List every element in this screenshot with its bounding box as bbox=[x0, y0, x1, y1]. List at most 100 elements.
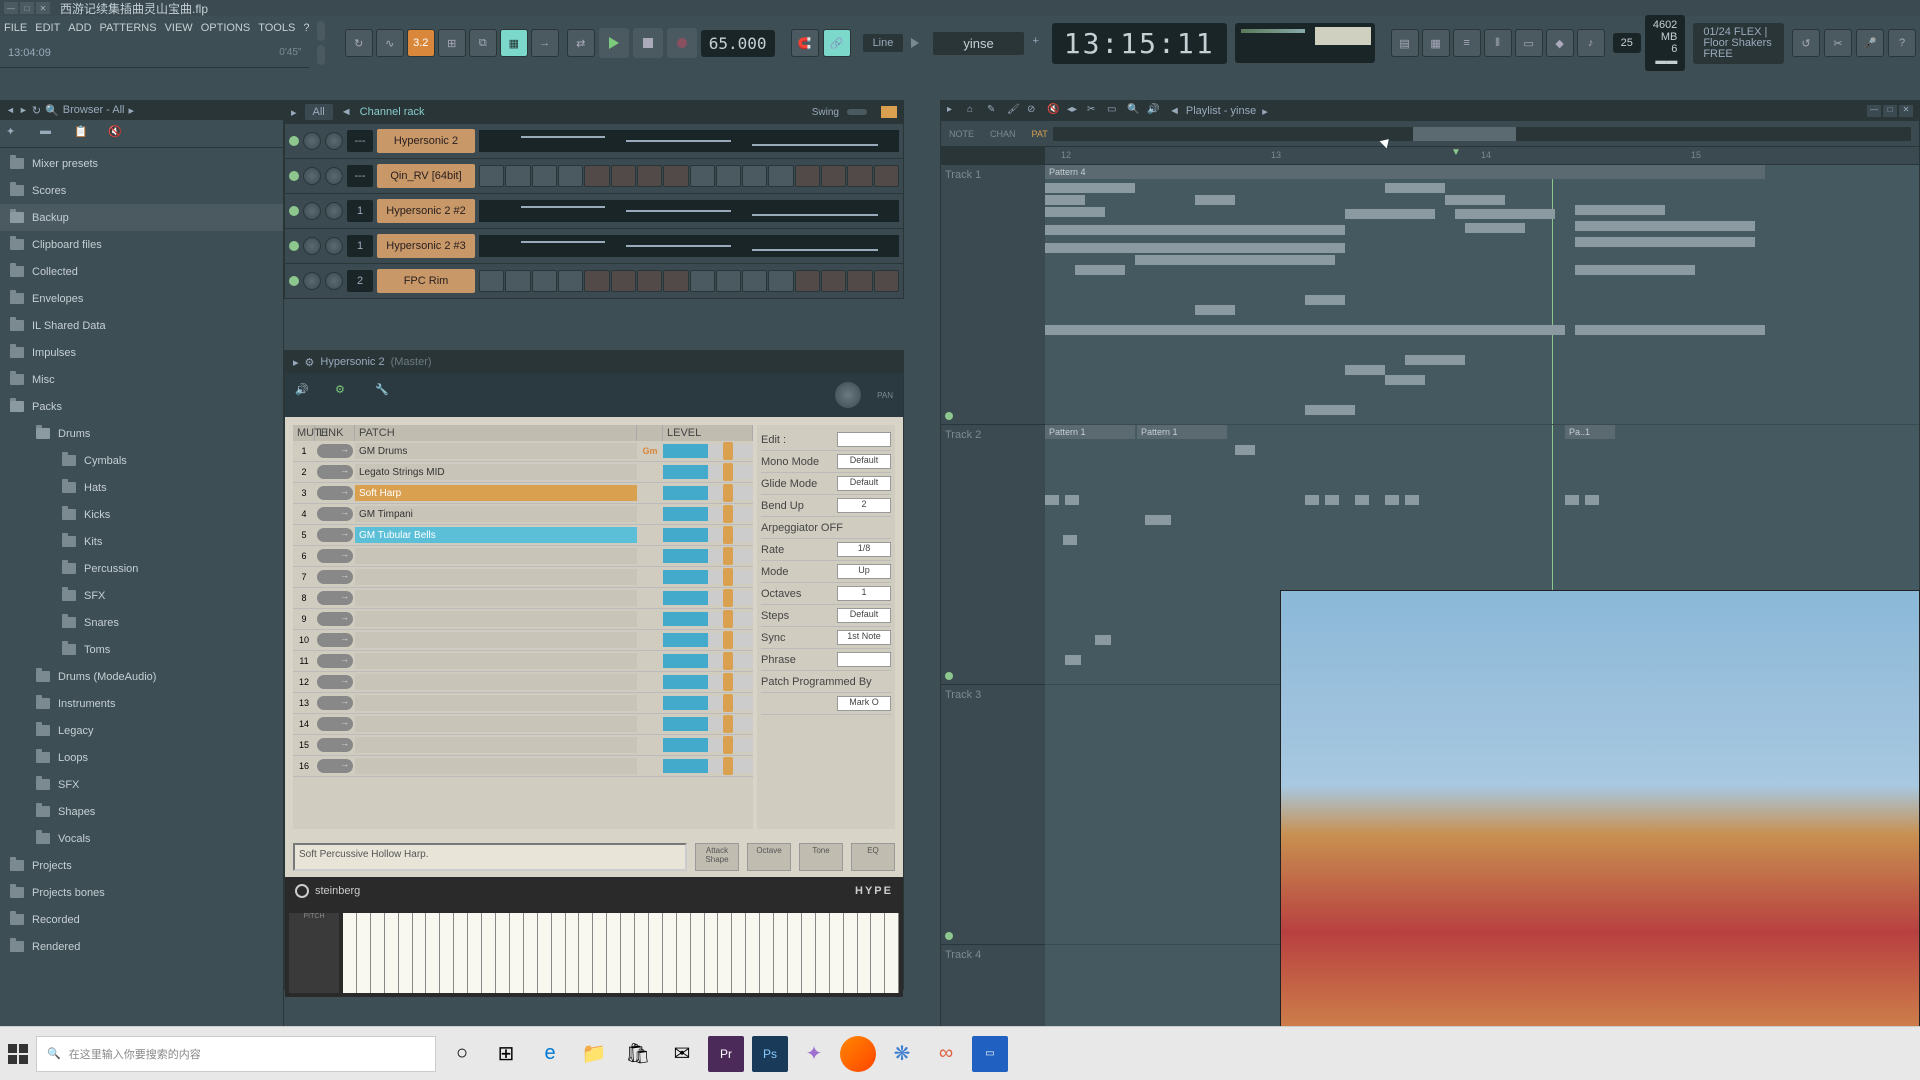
wave-icon[interactable]: ∿ bbox=[376, 29, 404, 57]
snap-dropdown[interactable]: Line bbox=[863, 34, 904, 52]
track-led-icon[interactable] bbox=[945, 932, 953, 940]
channel-led[interactable] bbox=[289, 206, 299, 216]
slot-link[interactable] bbox=[317, 486, 353, 500]
step-button[interactable] bbox=[690, 270, 715, 292]
tree-item[interactable]: Loops bbox=[0, 744, 283, 771]
step-button[interactable] bbox=[821, 165, 846, 187]
tree-item[interactable]: Kits bbox=[0, 528, 283, 555]
slot-level[interactable] bbox=[663, 675, 753, 689]
param-value[interactable]: Up bbox=[837, 564, 891, 579]
pl-select-icon[interactable]: ▭ bbox=[1107, 104, 1123, 118]
track-header-3[interactable]: Track 3 bbox=[941, 685, 1045, 945]
step-button[interactable] bbox=[637, 165, 662, 187]
step-button[interactable] bbox=[584, 270, 609, 292]
overdub-icon[interactable]: ⧉ bbox=[469, 29, 497, 57]
channel-pan-knob[interactable] bbox=[303, 202, 321, 220]
patch-slot[interactable]: 3 Soft Harp bbox=[293, 483, 753, 504]
pl-tab-chan[interactable]: CHAN bbox=[982, 129, 1024, 139]
channel-vol-knob[interactable] bbox=[325, 167, 343, 185]
slot-link[interactable] bbox=[317, 612, 353, 626]
tree-item[interactable]: Scores bbox=[0, 177, 283, 204]
mail-icon[interactable]: ✉ bbox=[664, 1036, 700, 1072]
channel-pan-knob[interactable] bbox=[303, 272, 321, 290]
patch-slot[interactable]: 11 bbox=[293, 651, 753, 672]
menu-options[interactable]: OPTIONS bbox=[201, 22, 251, 34]
pl-tab-pat[interactable]: PAT bbox=[1024, 129, 1056, 139]
explorer-icon[interactable]: 📁 bbox=[576, 1036, 612, 1072]
slot-level[interactable] bbox=[663, 444, 753, 458]
slot-link[interactable] bbox=[317, 507, 353, 521]
menu-edit[interactable]: EDIT bbox=[35, 22, 60, 34]
slot-patch-name[interactable] bbox=[355, 590, 637, 606]
slot-level[interactable] bbox=[663, 717, 753, 731]
tree-item[interactable]: Hats bbox=[0, 474, 283, 501]
view-browser-button[interactable]: ▭ bbox=[1515, 29, 1543, 57]
channel-name-button[interactable]: Qin_RV [64bit] bbox=[377, 164, 475, 188]
slot-patch-name[interactable] bbox=[355, 695, 637, 711]
patch-slot[interactable]: 4 GM Timpani bbox=[293, 504, 753, 525]
slot-patch-name[interactable] bbox=[355, 569, 637, 585]
tree-item[interactable]: Vocals bbox=[0, 825, 283, 852]
slot-level[interactable] bbox=[663, 507, 753, 521]
param-value[interactable]: 1 bbox=[837, 586, 891, 601]
view-plugin-button[interactable]: ◆ bbox=[1546, 29, 1574, 57]
slot-link[interactable] bbox=[317, 444, 353, 458]
step-button[interactable] bbox=[874, 165, 899, 187]
param-value[interactable] bbox=[837, 652, 891, 667]
patch-slot[interactable]: 7 bbox=[293, 567, 753, 588]
channel-route[interactable]: --- bbox=[347, 130, 373, 152]
step-button[interactable] bbox=[768, 165, 793, 187]
slot-patch-name[interactable] bbox=[355, 758, 637, 774]
app-icon-3[interactable]: ∞ bbox=[928, 1036, 964, 1072]
edge-icon[interactable]: e bbox=[532, 1036, 568, 1072]
pl-tab-note[interactable]: NOTE bbox=[941, 129, 982, 139]
view-tempo-button[interactable]: ♪ bbox=[1577, 29, 1605, 57]
menu-tools[interactable]: TOOLS bbox=[258, 22, 295, 34]
step-button[interactable] bbox=[795, 165, 820, 187]
swing-slider[interactable] bbox=[847, 109, 867, 115]
tree-item[interactable]: Envelopes bbox=[0, 285, 283, 312]
pl-pencil-icon[interactable]: ✎ bbox=[987, 104, 1003, 118]
slot-patch-name[interactable]: GM Drums bbox=[355, 443, 637, 459]
browser-dropdown-icon[interactable]: ▸ bbox=[129, 104, 135, 117]
menu-view[interactable]: VIEW bbox=[165, 22, 193, 34]
tree-item[interactable]: SFX bbox=[0, 771, 283, 798]
channel-name-button[interactable]: Hypersonic 2 #2 bbox=[377, 199, 475, 223]
patch-slot[interactable]: 13 bbox=[293, 693, 753, 714]
render-button[interactable]: 🎤 bbox=[1856, 29, 1884, 57]
slot-level[interactable] bbox=[663, 591, 753, 605]
step-button[interactable] bbox=[611, 165, 636, 187]
eq-knob[interactable]: EQ bbox=[851, 843, 895, 871]
tree-item[interactable]: SFX bbox=[0, 582, 283, 609]
patch-slot[interactable]: 5 GM Tubular Bells bbox=[293, 525, 753, 546]
channel-name-button[interactable]: FPC Rim bbox=[377, 269, 475, 293]
param-value[interactable]: Default bbox=[837, 454, 891, 469]
plugin-settings-icon[interactable]: ⚙ bbox=[305, 356, 315, 369]
tree-item[interactable]: Shapes bbox=[0, 798, 283, 825]
tree-item[interactable]: Projects bones bbox=[0, 879, 283, 906]
view-channels-button[interactable]: ≡ bbox=[1453, 29, 1481, 57]
step-button[interactable] bbox=[874, 270, 899, 292]
min-button[interactable]: — bbox=[4, 2, 18, 14]
pattern-play-icon[interactable] bbox=[911, 38, 921, 48]
step-button[interactable] bbox=[558, 270, 583, 292]
step-button[interactable] bbox=[611, 270, 636, 292]
step-button[interactable] bbox=[532, 270, 557, 292]
slot-link[interactable] bbox=[317, 717, 353, 731]
pl-play-icon[interactable]: ▸ bbox=[947, 104, 963, 118]
app-icon-1[interactable]: ✦ bbox=[796, 1036, 832, 1072]
magnet-icon[interactable]: 🧲 bbox=[791, 29, 819, 57]
patch-slot[interactable]: 9 bbox=[293, 609, 753, 630]
pitch-mod-wheels[interactable]: PITCH bbox=[289, 913, 339, 993]
pl-zoom-icon[interactable]: 🔍 bbox=[1127, 104, 1143, 118]
slot-patch-name[interactable]: GM Tubular Bells bbox=[355, 527, 637, 543]
slot-level[interactable] bbox=[663, 738, 753, 752]
channel-vol-knob[interactable] bbox=[325, 202, 343, 220]
app-icon-4[interactable]: ▭ bbox=[972, 1036, 1008, 1072]
pattern-clip-1b[interactable]: Pattern 1 bbox=[1137, 425, 1227, 439]
slot-level[interactable] bbox=[663, 696, 753, 710]
master-pitch-slider[interactable] bbox=[317, 21, 325, 41]
chanrack-menu-icon[interactable]: ◄ bbox=[341, 106, 352, 118]
channel-vol-knob[interactable] bbox=[325, 132, 343, 150]
plugin-speaker-icon[interactable]: 🔊 bbox=[295, 383, 319, 407]
